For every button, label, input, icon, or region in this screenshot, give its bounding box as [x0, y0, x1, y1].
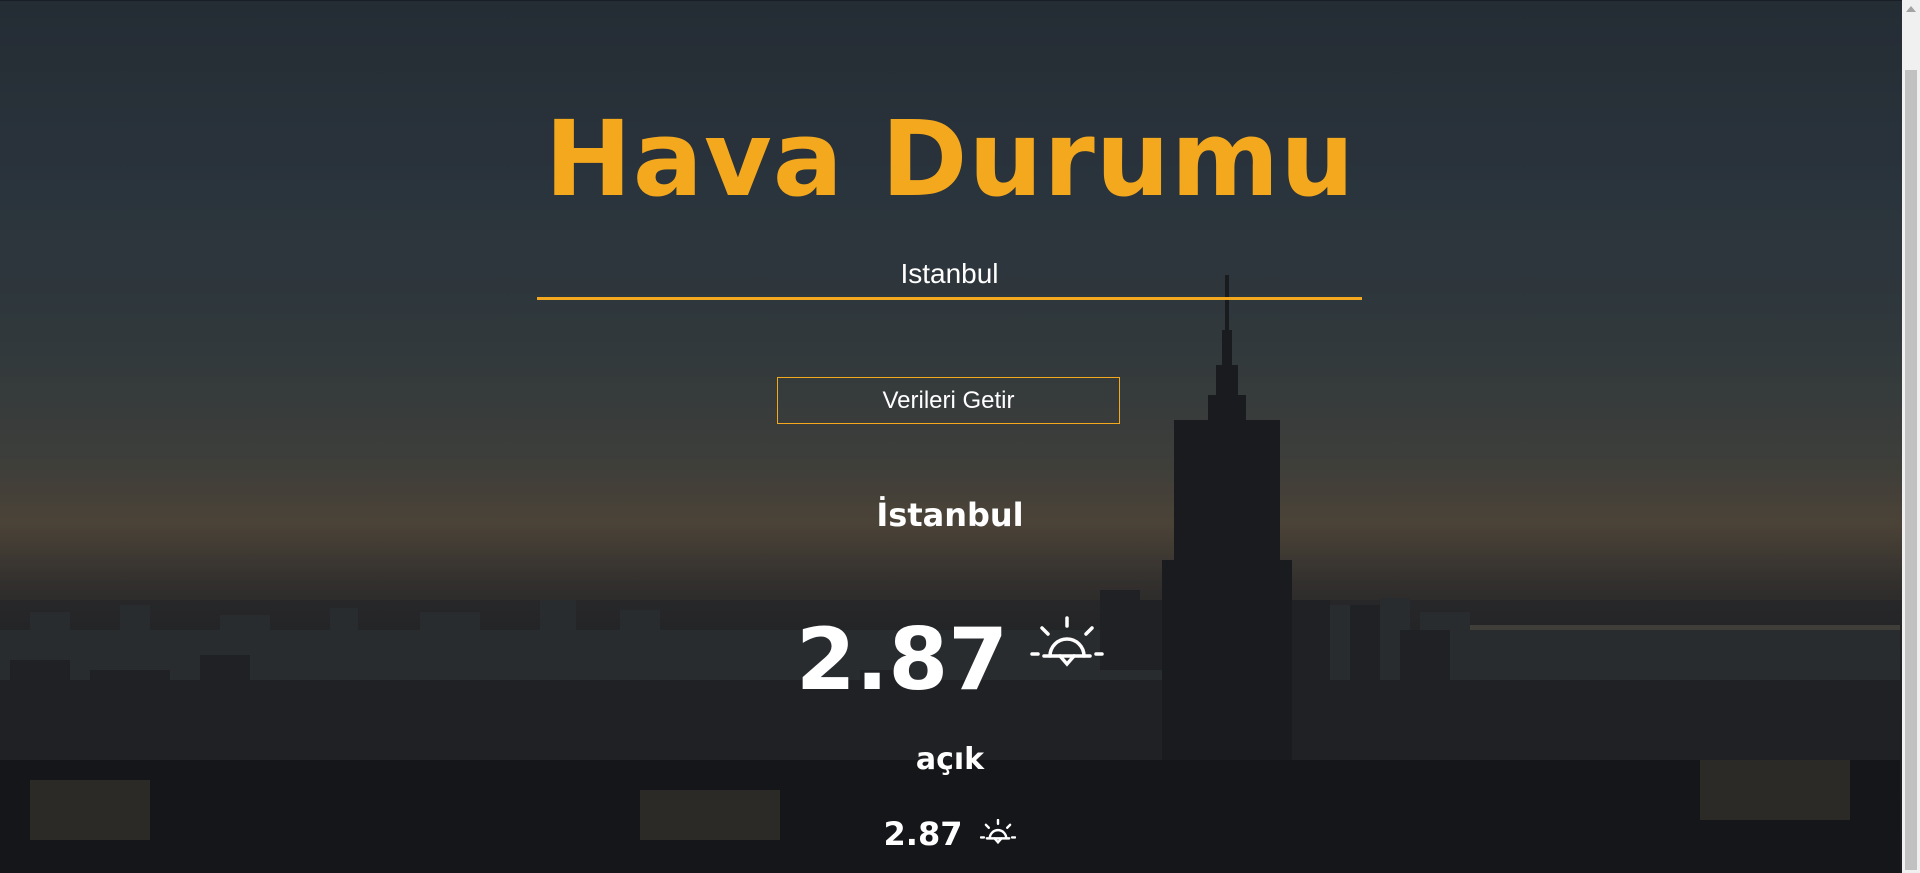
clear-sky-sun-icon: [1030, 616, 1104, 667]
temperature-value: 2.87: [795, 610, 1009, 710]
secondary-temperature-value: 2.87: [883, 815, 963, 853]
scroll-up-arrow-icon[interactable]: [1906, 6, 1916, 12]
scrollbar-thumb[interactable]: [1905, 70, 1917, 870]
small-clear-sky-sun-icon: [980, 819, 1017, 845]
vertical-scrollbar[interactable]: [1902, 0, 1920, 873]
page-title: Hava Durumu: [544, 98, 1356, 220]
location-name: İstanbul: [876, 496, 1024, 534]
main-content: Hava Durumu Verileri Getir İstanbul 2.87…: [0, 0, 1900, 873]
weather-description: açık: [915, 742, 985, 777]
secondary-temperature-row: 2.87: [0, 812, 1900, 856]
temperature-row: 2.87: [0, 605, 1900, 715]
city-search-input[interactable]: [537, 250, 1362, 300]
fetch-data-button[interactable]: Verileri Getir: [777, 377, 1120, 424]
